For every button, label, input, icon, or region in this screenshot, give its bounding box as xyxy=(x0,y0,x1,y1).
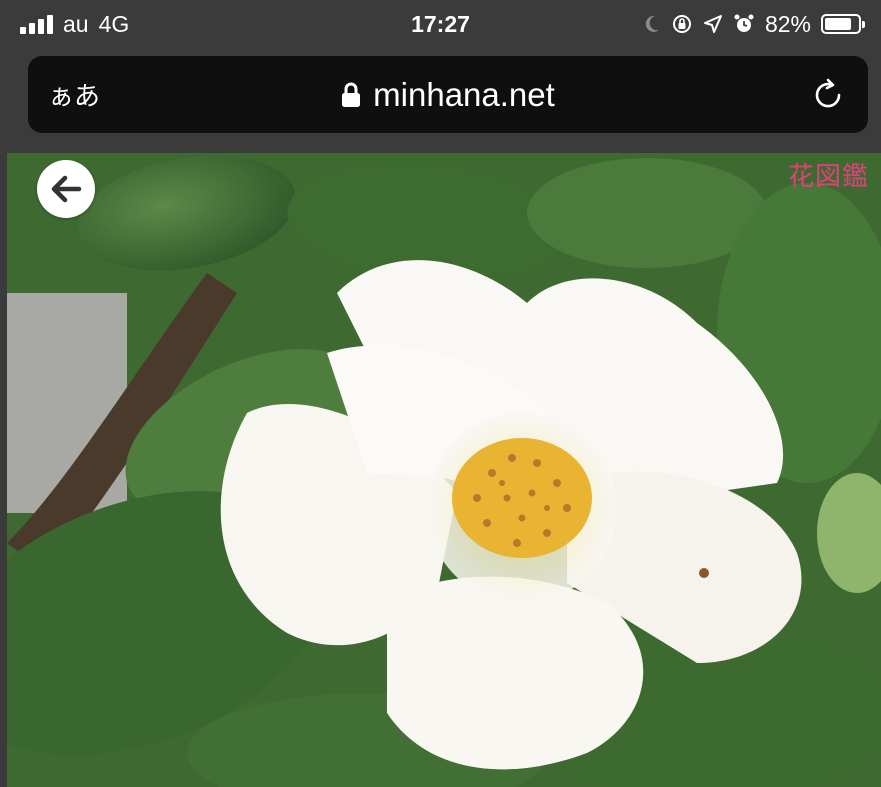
arrow-left-icon xyxy=(51,175,82,203)
status-bar: au 4G 17:27 82% xyxy=(0,0,881,48)
battery-icon xyxy=(821,14,865,34)
reload-button[interactable] xyxy=(808,75,848,115)
reload-icon xyxy=(815,78,841,107)
orientation-lock-icon xyxy=(672,15,691,33)
moon-icon xyxy=(645,15,659,32)
url-domain: minhana.net xyxy=(373,75,555,113)
location-icon xyxy=(703,15,722,33)
flower-image xyxy=(7,153,881,787)
status-right: 82% xyxy=(643,10,865,38)
battery-level xyxy=(825,18,852,30)
watermark: 花図鑑 xyxy=(787,162,869,192)
url-bar[interactable]: ぁあ minhana.net xyxy=(28,56,868,133)
alarm-icon xyxy=(734,14,754,32)
text-size-button[interactable]: ぁあ xyxy=(48,76,168,113)
flower-photo: 花図鑑 xyxy=(7,153,881,787)
carrier-label: au xyxy=(63,10,89,37)
network-label: 4G xyxy=(98,10,130,37)
battery-percent: 82% xyxy=(764,10,811,37)
address-field[interactable]: minhana.net xyxy=(168,76,728,114)
status-left: au 4G xyxy=(20,11,320,38)
back-button[interactable] xyxy=(37,160,95,218)
signal-icon xyxy=(20,14,53,34)
lock-icon xyxy=(342,82,361,107)
